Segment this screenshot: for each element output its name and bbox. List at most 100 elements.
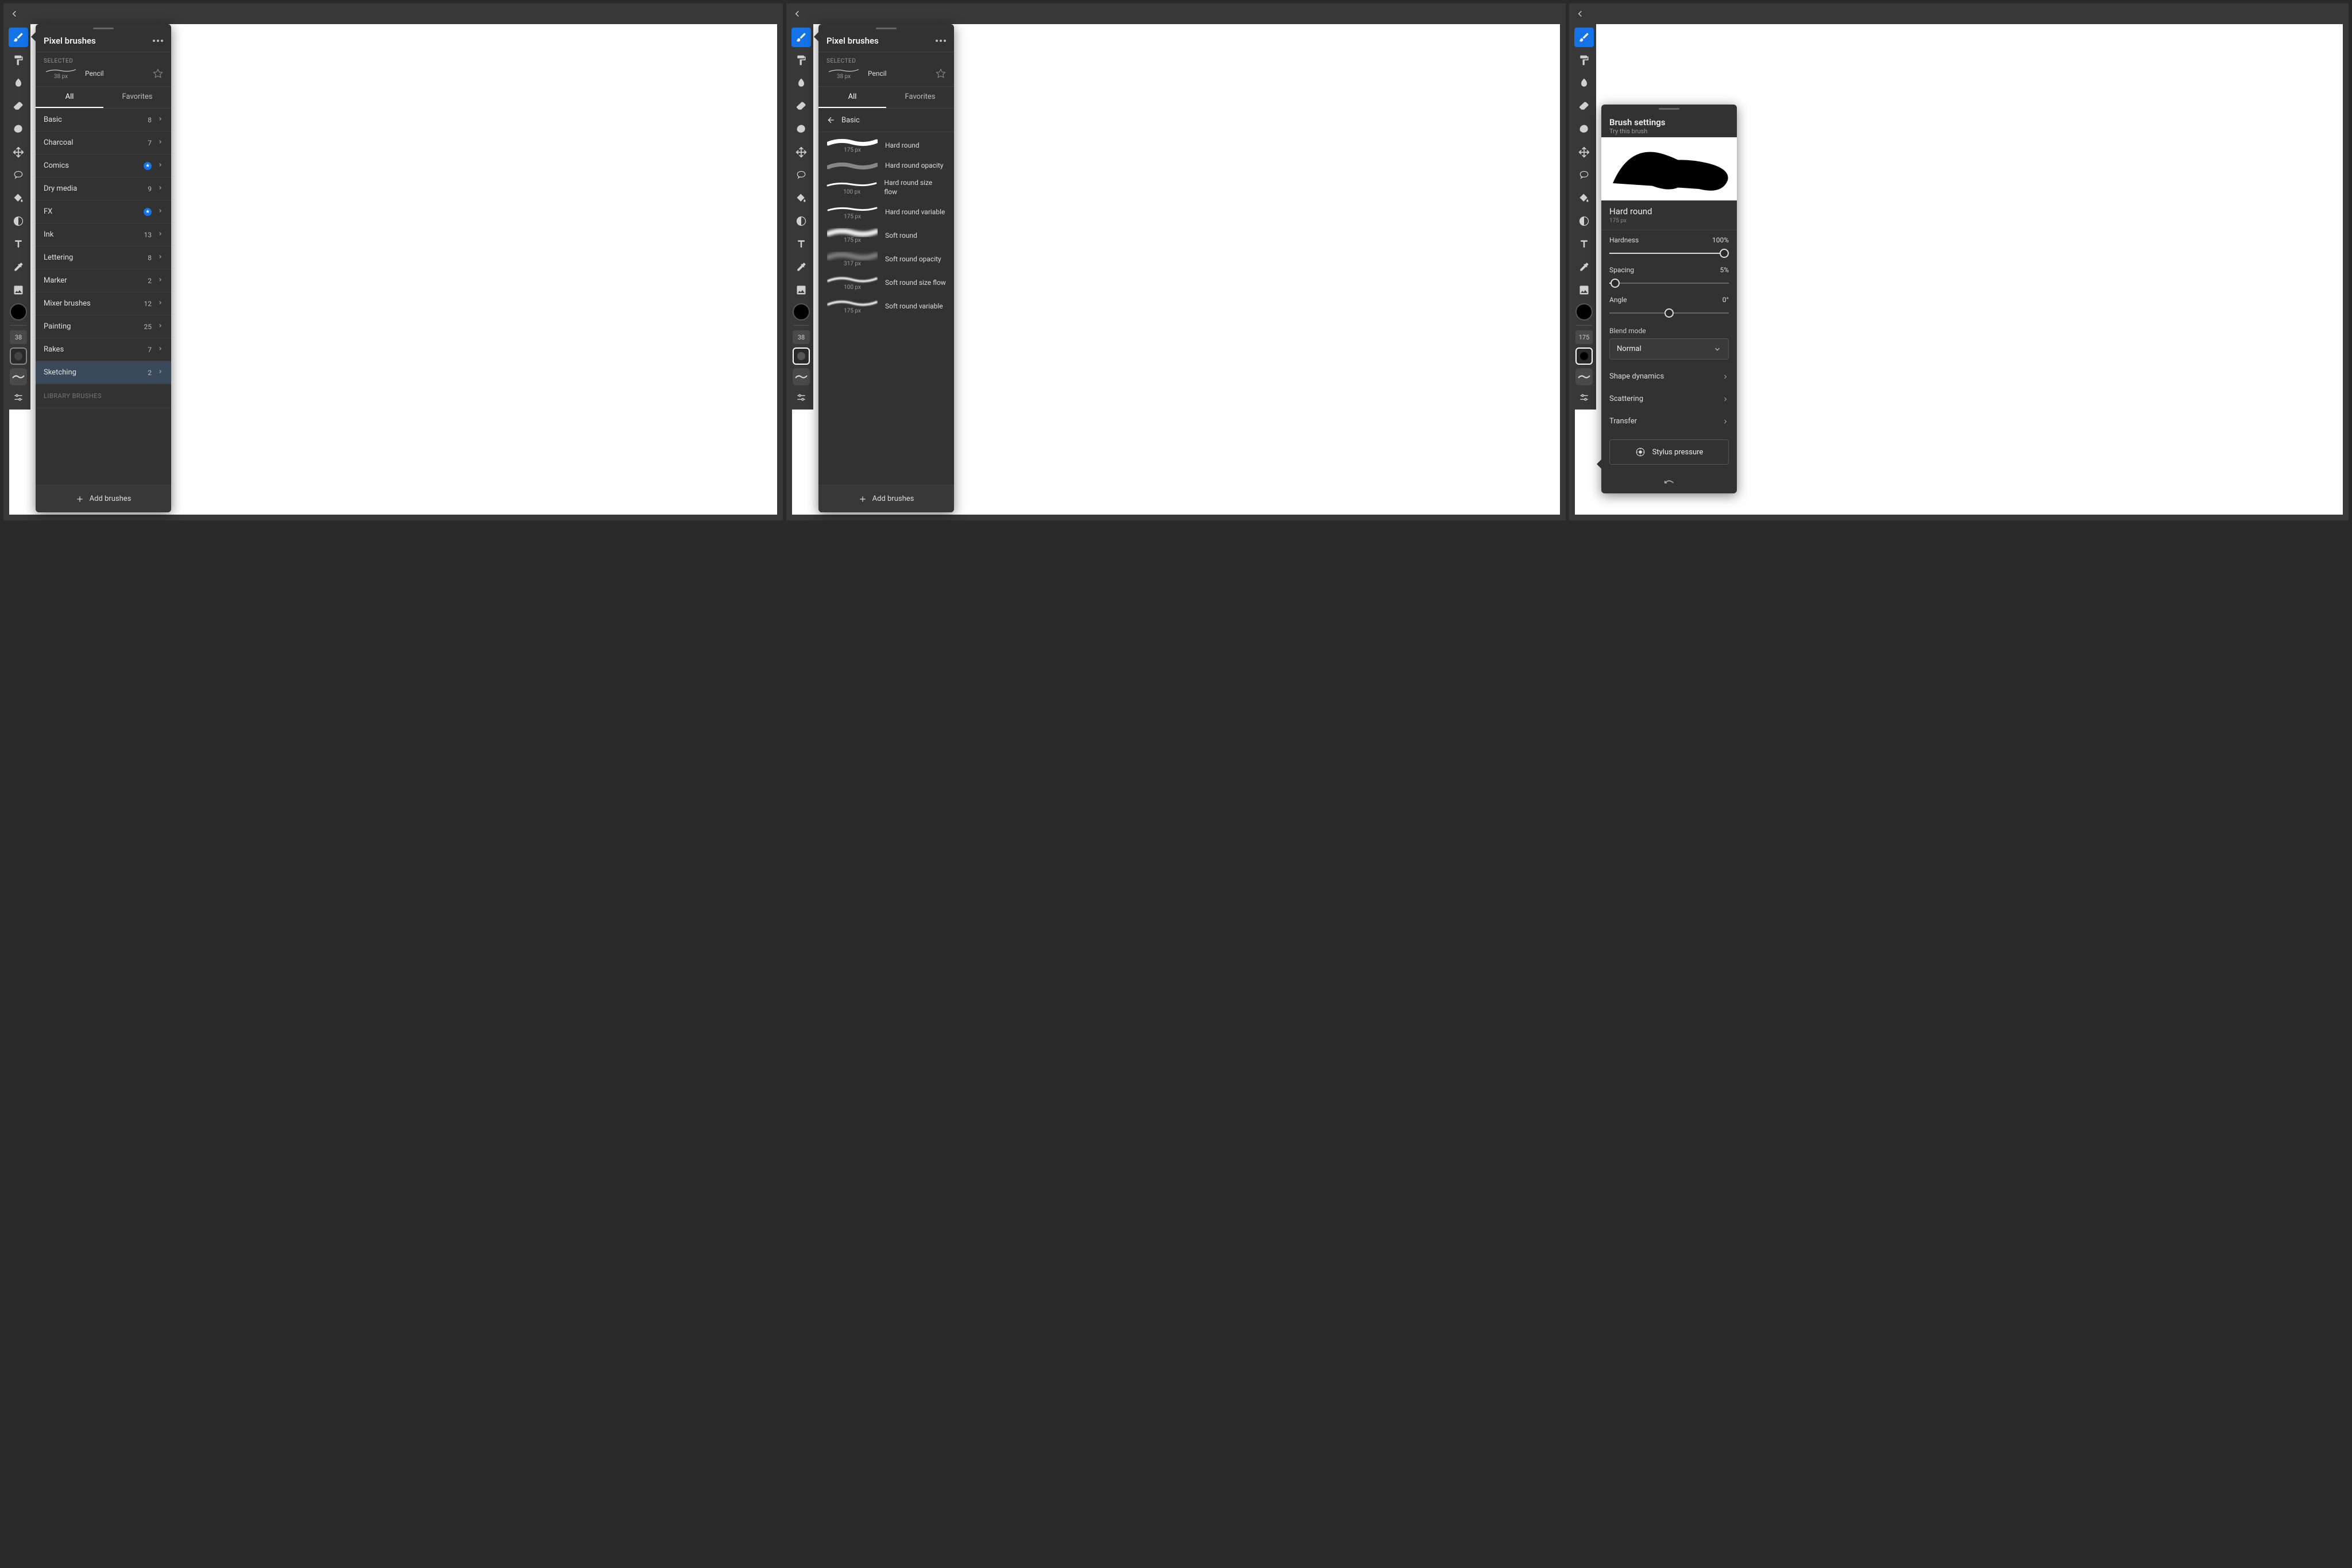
image-tool[interactable]: [791, 280, 811, 300]
color-swatch[interactable]: [1575, 303, 1593, 320]
move-tool[interactable]: [1574, 142, 1594, 162]
category-row[interactable]: Charcoal7: [36, 132, 171, 155]
category-row[interactable]: Rakes7: [36, 338, 171, 361]
category-row[interactable]: Lettering8: [36, 246, 171, 269]
transfer-row[interactable]: Transfer: [1601, 410, 1737, 432]
lasso-tool[interactable]: [1574, 165, 1594, 185]
eyedropper-tool[interactable]: [791, 257, 811, 277]
back-icon[interactable]: [1575, 9, 1585, 19]
scattering-row[interactable]: Scattering: [1601, 388, 1737, 410]
brush-row[interactable]: 317 px Soft round opacity: [818, 249, 954, 273]
brush-preview-area[interactable]: [1601, 137, 1737, 200]
brush-row[interactable]: 175 px Soft round variable: [818, 296, 954, 320]
tab-all[interactable]: All: [36, 87, 103, 108]
paint-tool[interactable]: [791, 51, 811, 70]
gradient-tool[interactable]: [1574, 211, 1594, 231]
add-brushes-button[interactable]: Add brushes: [818, 485, 954, 512]
shape-dynamics-row[interactable]: Shape dynamics: [1601, 365, 1737, 388]
stylus-pressure-button[interactable]: Stylus pressure: [1609, 439, 1729, 465]
color-swatch[interactable]: [793, 303, 810, 320]
blob-tool[interactable]: [791, 119, 811, 139]
selected-brush[interactable]: SELECTED 38 px Pencil: [36, 52, 171, 87]
eraser-tool[interactable]: [791, 96, 811, 116]
size-badge[interactable]: 38: [793, 330, 810, 344]
size-badge[interactable]: 38: [10, 330, 27, 344]
more-icon[interactable]: [936, 40, 946, 42]
panel-grabber[interactable]: [818, 24, 954, 32]
paint-tool[interactable]: [1574, 51, 1594, 70]
brush-shape-preview[interactable]: [10, 347, 27, 365]
category-row[interactable]: Marker2: [36, 269, 171, 292]
panel-grabber[interactable]: [1601, 105, 1737, 113]
category-row[interactable]: Dry media9: [36, 177, 171, 200]
add-brushes-button[interactable]: Add brushes: [36, 485, 171, 512]
fill-tool[interactable]: [1574, 188, 1594, 208]
paint-tool[interactable]: [9, 51, 28, 70]
back-icon[interactable]: [792, 9, 802, 19]
blob-tool[interactable]: [9, 119, 28, 139]
move-tool[interactable]: [9, 142, 28, 162]
eyedropper-tool[interactable]: [1574, 257, 1594, 277]
brush-shape-preview[interactable]: [1575, 347, 1593, 365]
fill-tool[interactable]: [791, 188, 811, 208]
stroke-preview[interactable]: [1575, 368, 1593, 385]
lasso-tool[interactable]: [9, 165, 28, 185]
more-icon[interactable]: [153, 40, 163, 42]
spacing-slider[interactable]: Spacing5%: [1601, 260, 1737, 290]
color-swatch[interactable]: [10, 303, 27, 320]
brush-row[interactable]: 175 px Hard round variable: [818, 202, 954, 226]
eraser-tool[interactable]: [1574, 96, 1594, 116]
settings-icon[interactable]: [1575, 389, 1593, 406]
blob-tool[interactable]: [1574, 119, 1594, 139]
brush-tool[interactable]: [1574, 28, 1594, 47]
brush-row[interactable]: 175 px Soft round: [818, 226, 954, 249]
selected-brush[interactable]: SELECTED 38 px Pencil: [818, 52, 954, 87]
back-icon[interactable]: [9, 9, 20, 19]
category-row[interactable]: Ink13: [36, 223, 171, 246]
blend-mode-dropdown[interactable]: Normal: [1609, 338, 1729, 360]
angle-slider[interactable]: Angle0°: [1601, 290, 1737, 320]
stroke-preview[interactable]: [793, 368, 810, 385]
brush-tool[interactable]: [9, 28, 28, 47]
brush-row[interactable]: Hard round opacity: [818, 159, 954, 176]
brush-row[interactable]: 100 px Hard round size flow: [818, 176, 954, 202]
category-row[interactable]: Mixer brushes12: [36, 292, 171, 315]
text-tool[interactable]: [791, 234, 811, 254]
category-row[interactable]: Basic8: [36, 109, 171, 132]
text-tool[interactable]: [9, 234, 28, 254]
text-tool[interactable]: [1574, 234, 1594, 254]
settings-icon[interactable]: [793, 389, 810, 406]
back-to-categories[interactable]: Basic: [818, 109, 954, 132]
image-tool[interactable]: [1574, 280, 1594, 300]
eyedropper-tool[interactable]: [9, 257, 28, 277]
tab-favorites[interactable]: Favorites: [886, 87, 954, 108]
category-row[interactable]: FX★: [36, 200, 171, 223]
eraser-tool[interactable]: [9, 96, 28, 116]
gradient-tool[interactable]: [9, 211, 28, 231]
brush-row[interactable]: 175 px Hard round: [818, 136, 954, 159]
lasso-tool[interactable]: [791, 165, 811, 185]
brush-shape-preview[interactable]: [793, 347, 810, 365]
tab-favorites[interactable]: Favorites: [103, 87, 171, 108]
hardness-slider[interactable]: Hardness100%: [1601, 230, 1737, 260]
stroke-preview[interactable]: [10, 368, 27, 385]
panel-grabber[interactable]: [36, 24, 171, 32]
smudge-tool[interactable]: [1574, 74, 1594, 93]
size-badge[interactable]: 175: [1575, 330, 1593, 344]
tab-all[interactable]: All: [818, 87, 886, 108]
favorite-star-icon[interactable]: [153, 68, 163, 79]
move-tool[interactable]: [791, 142, 811, 162]
settings-icon[interactable]: [10, 389, 27, 406]
undo-icon[interactable]: [1601, 472, 1737, 493]
favorite-star-icon[interactable]: [936, 68, 946, 79]
brush-row[interactable]: 100 px Soft round size flow: [818, 273, 954, 296]
category-row[interactable]: Comics★: [36, 155, 171, 177]
fill-tool[interactable]: [9, 188, 28, 208]
category-row[interactable]: Painting25: [36, 315, 171, 338]
smudge-tool[interactable]: [9, 74, 28, 93]
gradient-tool[interactable]: [791, 211, 811, 231]
smudge-tool[interactable]: [791, 74, 811, 93]
image-tool[interactable]: [9, 280, 28, 300]
category-row[interactable]: Sketching2: [36, 361, 171, 384]
brush-tool[interactable]: [791, 28, 811, 47]
